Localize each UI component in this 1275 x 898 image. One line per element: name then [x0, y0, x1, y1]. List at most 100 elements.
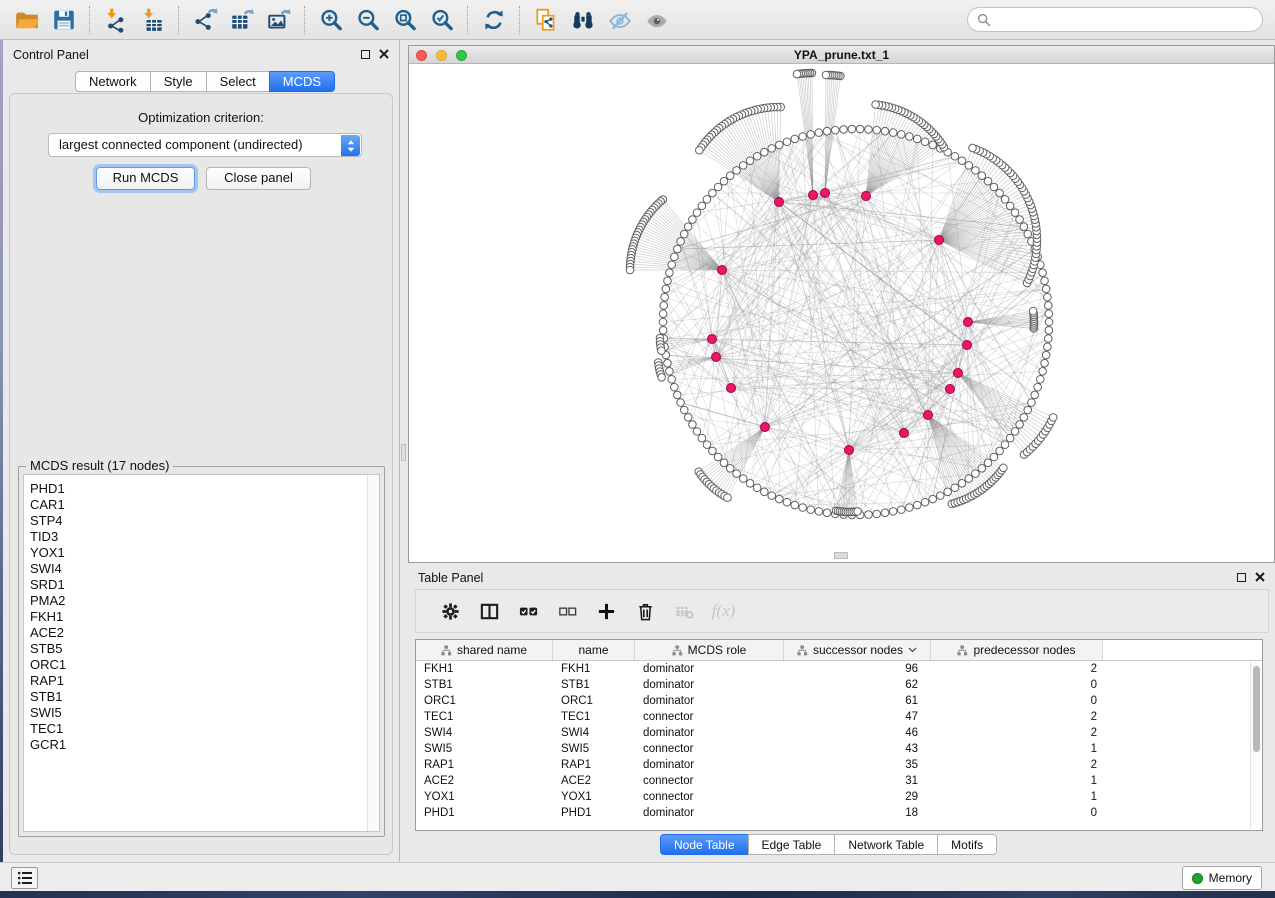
tab-motifs[interactable]: Motifs: [937, 834, 997, 855]
network-node[interactable]: [1016, 421, 1024, 429]
network-node[interactable]: [703, 441, 711, 449]
import-network-button[interactable]: [97, 4, 134, 36]
network-node[interactable]: [746, 480, 754, 488]
float-panel-icon[interactable]: [361, 50, 370, 59]
network-node[interactable]: [673, 391, 681, 399]
network-node[interactable]: [965, 162, 973, 170]
network-node[interactable]: [799, 133, 807, 141]
table-row[interactable]: FKH1FKH1dominator962: [416, 661, 1262, 677]
network-node[interactable]: [929, 495, 937, 503]
network-node[interactable]: [733, 470, 741, 478]
task-list-button[interactable]: [11, 867, 38, 889]
network-node[interactable]: [854, 508, 862, 516]
network-node[interactable]: [936, 492, 944, 500]
network-node[interactable]: [1045, 310, 1053, 318]
network-node[interactable]: [684, 413, 692, 421]
maximize-window-icon[interactable]: [456, 50, 467, 61]
network-node[interactable]: [720, 459, 728, 467]
network-node[interactable]: [872, 101, 880, 109]
delete-row-button[interactable]: [626, 593, 665, 629]
export-network-button[interactable]: [186, 4, 223, 36]
network-node[interactable]: [1001, 441, 1009, 449]
network-node[interactable]: [658, 347, 666, 355]
network-node[interactable]: [996, 189, 1004, 197]
network-node[interactable]: [753, 152, 761, 160]
open-file-button[interactable]: [8, 4, 45, 36]
column-header-MCDS-role[interactable]: MCDS role: [635, 640, 784, 660]
network-node[interactable]: [905, 133, 913, 141]
network-node[interactable]: [746, 157, 754, 165]
table-row[interactable]: SWI5SWI5connector431: [416, 741, 1262, 757]
network-node[interactable]: [666, 367, 674, 375]
network-node[interactable]: [714, 183, 722, 191]
float-panel-icon[interactable]: [1237, 573, 1246, 582]
network-node[interactable]: [658, 374, 666, 382]
network-node[interactable]: [1006, 202, 1014, 210]
network-node[interactable]: [881, 509, 889, 517]
optimization-criterion-select[interactable]: largest connected component (undirected): [48, 133, 362, 157]
network-node[interactable]: [1000, 464, 1008, 472]
zoom-out-button[interactable]: [349, 4, 386, 36]
network-node[interactable]: [1039, 367, 1047, 375]
zoom-selected-button[interactable]: [423, 4, 460, 36]
network-node[interactable]: [720, 177, 728, 185]
close-window-icon[interactable]: [416, 50, 427, 61]
network-node[interactable]: [799, 504, 807, 512]
network-node[interactable]: [666, 269, 674, 277]
network-node[interactable]: [668, 375, 676, 383]
network-node[interactable]: [698, 434, 706, 442]
network-node[interactable]: [662, 285, 670, 293]
network-node[interactable]: [969, 144, 977, 152]
network-node[interactable]: [668, 261, 676, 269]
mcds-result-item[interactable]: STP4: [30, 513, 379, 529]
network-node[interactable]: [680, 230, 688, 238]
network-node[interactable]: [865, 511, 873, 519]
network-node[interactable]: [913, 135, 921, 143]
network-node[interactable]: [823, 127, 831, 135]
tab-network-table[interactable]: Network Table: [834, 834, 938, 855]
network-node[interactable]: [978, 465, 986, 473]
network-hub-node[interactable]: [935, 236, 944, 245]
network-node[interactable]: [659, 310, 667, 318]
network-node[interactable]: [873, 126, 881, 134]
network-node[interactable]: [724, 494, 732, 502]
network-node[interactable]: [1011, 209, 1019, 217]
network-hub-node[interactable]: [708, 335, 717, 344]
network-node[interactable]: [990, 453, 998, 461]
memory-button[interactable]: Memory: [1182, 866, 1262, 890]
panel-divider[interactable]: [400, 40, 408, 862]
network-node[interactable]: [881, 127, 889, 135]
mcds-result-list[interactable]: PHD1CAR1STP4TID3YOX1SWI4SRD1PMA2FKH1ACE2…: [23, 474, 380, 832]
network-node[interactable]: [996, 447, 1004, 455]
network-node[interactable]: [944, 488, 952, 496]
network-node[interactable]: [709, 189, 717, 197]
network-node[interactable]: [921, 138, 929, 146]
network-node[interactable]: [889, 129, 897, 137]
network-node[interactable]: [1044, 302, 1052, 310]
network-node[interactable]: [848, 125, 856, 133]
network-node[interactable]: [768, 492, 776, 500]
network-node[interactable]: [677, 399, 685, 407]
mcds-result-item[interactable]: STB5: [30, 641, 379, 657]
refresh-button[interactable]: [475, 4, 512, 36]
network-node[interactable]: [659, 327, 667, 335]
mcds-result-item[interactable]: GCR1: [30, 737, 379, 753]
network-node[interactable]: [696, 146, 704, 154]
mcds-result-item[interactable]: STB1: [30, 689, 379, 705]
network-node[interactable]: [739, 475, 747, 483]
network-node[interactable]: [831, 126, 839, 134]
mcds-result-item[interactable]: CAR1: [30, 497, 379, 513]
table-row[interactable]: ORC1ORC1dominator610: [416, 693, 1262, 709]
network-node[interactable]: [1037, 375, 1045, 383]
column-header-shared-name[interactable]: shared name: [416, 640, 553, 660]
zoom-in-button[interactable]: [312, 4, 349, 36]
network-node[interactable]: [703, 196, 711, 204]
columns-button[interactable]: [470, 593, 509, 629]
network-node[interactable]: [951, 484, 959, 492]
network-hub-node[interactable]: [775, 198, 784, 207]
network-node[interactable]: [791, 501, 799, 509]
add-row-button[interactable]: [587, 593, 626, 629]
network-hub-node[interactable]: [924, 411, 933, 420]
network-node[interactable]: [905, 504, 913, 512]
column-header-successor-nodes[interactable]: successor nodes: [784, 640, 931, 660]
